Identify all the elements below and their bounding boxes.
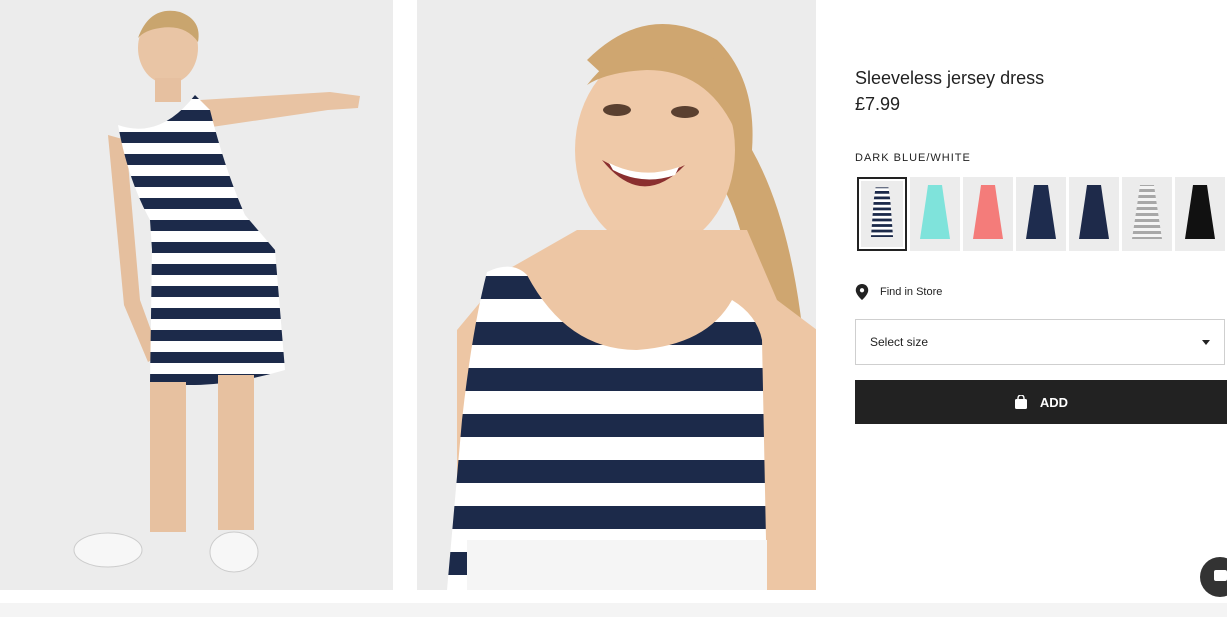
swatch-dark-blue-white[interactable] [857,177,907,251]
swatch-turquoise[interactable] [910,177,960,251]
swatch-dark-blue-dotted[interactable] [1016,177,1066,251]
swatch-dark-blue-print[interactable] [1069,177,1119,251]
add-button-label: ADD [1039,394,1069,410]
chat-icon [1214,570,1227,581]
dress-thumbnail-icon [1079,185,1109,239]
map-pin-icon [855,284,869,300]
product-image-full[interactable] [0,0,393,590]
chat-button[interactable] [1200,557,1227,597]
swatch-coral[interactable] [963,177,1013,251]
model-closeup-image [417,0,816,590]
dress-thumbnail-icon [1132,185,1162,239]
product-info-panel: Sleeveless jersey dress £7.99 DARK BLUE/… [855,0,1227,590]
find-in-store-label: Find in Store [880,286,943,298]
size-select-placeholder: Select size [870,335,929,349]
swatch-black[interactable] [1175,177,1225,251]
selected-color-label: DARK BLUE/WHITE [855,152,971,164]
dress-thumbnail-icon [1185,185,1215,239]
shopping-bag-icon [1014,395,1027,409]
product-price: £7.99 [855,94,901,114]
page-footer-divider [0,603,1227,617]
add-to-bag-button[interactable]: ADD [855,380,1227,424]
dress-thumbnail-icon [973,185,1003,239]
size-select[interactable]: Select size [855,319,1225,365]
product-image-closeup[interactable] [417,0,816,590]
dress-thumbnail-icon [920,185,950,239]
dress-thumbnail-icon [1026,185,1056,239]
color-swatch-list [857,177,1227,255]
find-in-store-link[interactable]: Find in Store [855,284,942,300]
product-title: Sleeveless jersey dress [855,68,1045,88]
swatch-white-grey-stripe[interactable] [1122,177,1172,251]
model-full-image [0,0,393,590]
dress-thumbnail-icon [870,187,894,237]
chevron-down-icon [1202,339,1210,345]
